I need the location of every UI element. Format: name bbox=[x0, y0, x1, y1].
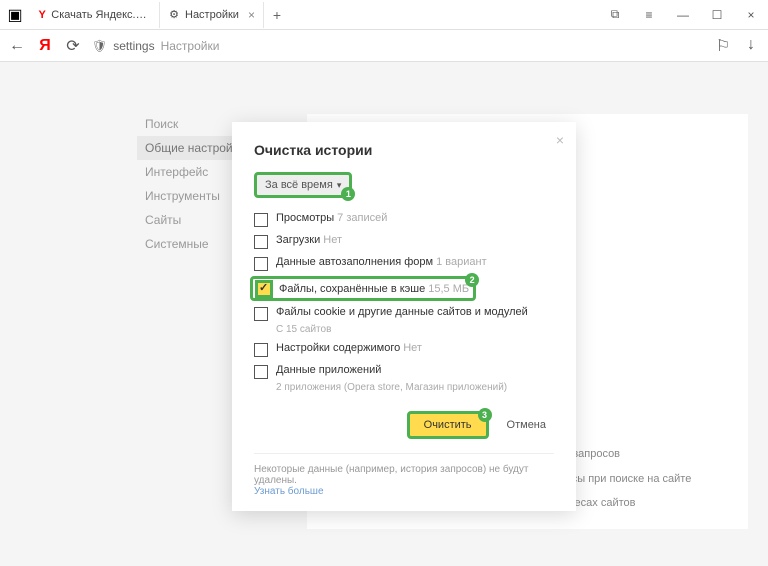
opt-downloads[interactable]: ЗагрузкиНет bbox=[254, 234, 554, 249]
tab-favicon-gear: ⚙ bbox=[168, 9, 180, 21]
panels-icon[interactable]: ▣ bbox=[0, 5, 30, 25]
shield-icon: 🛡 bbox=[92, 39, 107, 53]
checkbox[interactable] bbox=[254, 213, 268, 227]
opt-cookies-sub: С 15 сайтов bbox=[276, 324, 554, 335]
tab-favicon-yandex: Y bbox=[38, 9, 46, 21]
tab-0[interactable]: Y Скачать Яндекс.Браузер д... bbox=[30, 2, 160, 28]
yandex-logo[interactable]: Я bbox=[36, 37, 54, 55]
minimize-button[interactable]: — bbox=[666, 1, 700, 29]
opt-content[interactable]: Настройки содержимогоНет bbox=[254, 342, 554, 357]
checkbox[interactable] bbox=[254, 257, 268, 271]
dialog-actions: Очистить 3 Отмена bbox=[254, 411, 554, 439]
opt-autofill[interactable]: Данные автозаполнения форм1 вариант bbox=[254, 256, 554, 271]
checkbox[interactable] bbox=[254, 343, 268, 357]
chevron-down-icon: ▾ bbox=[337, 180, 342, 191]
checkbox[interactable] bbox=[254, 365, 268, 379]
opt-apps[interactable]: Данные приложений bbox=[254, 364, 554, 379]
annotation-badge-1: 1 bbox=[341, 187, 355, 201]
checkbox[interactable] bbox=[254, 307, 268, 321]
close-icon[interactable]: × bbox=[248, 8, 255, 22]
titlebar: ▣ Y Скачать Яндекс.Браузер д... ⚙ Настро… bbox=[0, 0, 768, 30]
checkbox[interactable] bbox=[254, 235, 268, 249]
time-range-select[interactable]: За всё время ▾ 1 bbox=[254, 172, 352, 198]
clear-history-dialog: × Очистка истории За всё время ▾ 1 Просм… bbox=[232, 122, 576, 511]
dialog-footer: Некоторые данные (например, история запр… bbox=[254, 453, 554, 497]
time-range-label: За всё время bbox=[265, 179, 333, 191]
annotation-badge-2: 2 bbox=[465, 273, 479, 287]
downloads-icon[interactable]: ↓ bbox=[742, 36, 760, 56]
maximize-button[interactable]: ☐ bbox=[700, 1, 734, 29]
address-bar: ← Я ⟳ 🛡 settings Настройки ⚐ ↓ bbox=[0, 30, 768, 62]
newtab-button[interactable]: + bbox=[264, 7, 290, 23]
address-input[interactable]: 🛡 settings Настройки bbox=[92, 39, 704, 53]
bookmark-icon[interactable]: ⧉ bbox=[598, 1, 632, 29]
cancel-button[interactable]: Отмена bbox=[499, 414, 554, 436]
close-button[interactable]: × bbox=[734, 1, 768, 29]
opt-cache[interactable]: Файлы, сохранённые в кэше15,5 МБ 2 bbox=[254, 278, 554, 299]
annotation-badge-3: 3 bbox=[478, 408, 492, 422]
favorite-icon[interactable]: ⚐ bbox=[714, 36, 732, 56]
reload-button[interactable]: ⟳ bbox=[64, 36, 82, 56]
checkbox-checked[interactable] bbox=[257, 282, 271, 296]
tab-1[interactable]: ⚙ Настройки × bbox=[160, 2, 264, 28]
opt-cookies[interactable]: Файлы cookie и другие данные сайтов и мо… bbox=[254, 306, 554, 321]
dialog-close-button[interactable]: × bbox=[556, 132, 564, 148]
tab-title: Настройки bbox=[185, 9, 239, 21]
dialog-title: Очистка истории bbox=[254, 142, 554, 158]
tab-title: Скачать Яндекс.Браузер д... bbox=[51, 9, 151, 21]
clear-button[interactable]: Очистить 3 bbox=[407, 411, 489, 439]
back-button[interactable]: ← bbox=[8, 37, 26, 55]
opt-views[interactable]: Просмотры7 записей bbox=[254, 212, 554, 227]
address-text-2: Настройки bbox=[161, 39, 220, 53]
address-text: settings bbox=[113, 39, 154, 53]
learn-more-link[interactable]: Узнать больше bbox=[254, 486, 324, 497]
menu-icon[interactable]: ≡ bbox=[632, 1, 666, 29]
options-list: Просмотры7 записей ЗагрузкиНет Данные ав… bbox=[254, 212, 554, 393]
opt-apps-sub: 2 приложения (Opera store, Магазин прило… bbox=[276, 382, 554, 393]
